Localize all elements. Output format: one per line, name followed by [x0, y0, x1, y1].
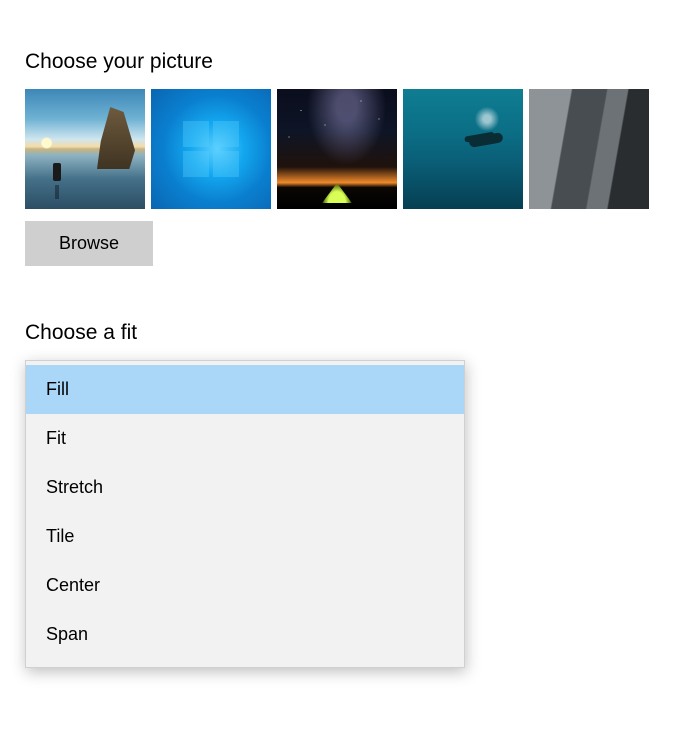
fit-option-center[interactable]: Center	[26, 561, 464, 610]
fit-option-span[interactable]: Span	[26, 610, 464, 659]
fit-dropdown-panel: Fill Fit Stretch Tile Center Span	[25, 360, 465, 668]
browse-button[interactable]: Browse	[25, 221, 153, 266]
picture-thumbnail[interactable]	[529, 89, 649, 209]
fit-option-fill[interactable]: Fill	[26, 365, 464, 414]
picture-thumbnail[interactable]	[403, 89, 523, 209]
picture-thumbnail[interactable]	[25, 89, 145, 209]
picture-thumbnail-row	[25, 89, 655, 209]
picture-thumbnail[interactable]	[151, 89, 271, 209]
picture-thumbnail[interactable]	[277, 89, 397, 209]
fit-option-fit[interactable]: Fit	[26, 414, 464, 463]
choose-picture-heading: Choose your picture	[25, 50, 655, 74]
choose-fit-section: Choose a fit Fill Fit Stretch Tile Cente…	[25, 321, 655, 668]
choose-picture-section: Choose your picture Browse	[25, 50, 655, 266]
fit-option-tile[interactable]: Tile	[26, 512, 464, 561]
fit-option-stretch[interactable]: Stretch	[26, 463, 464, 512]
choose-fit-heading: Choose a fit	[25, 321, 655, 345]
